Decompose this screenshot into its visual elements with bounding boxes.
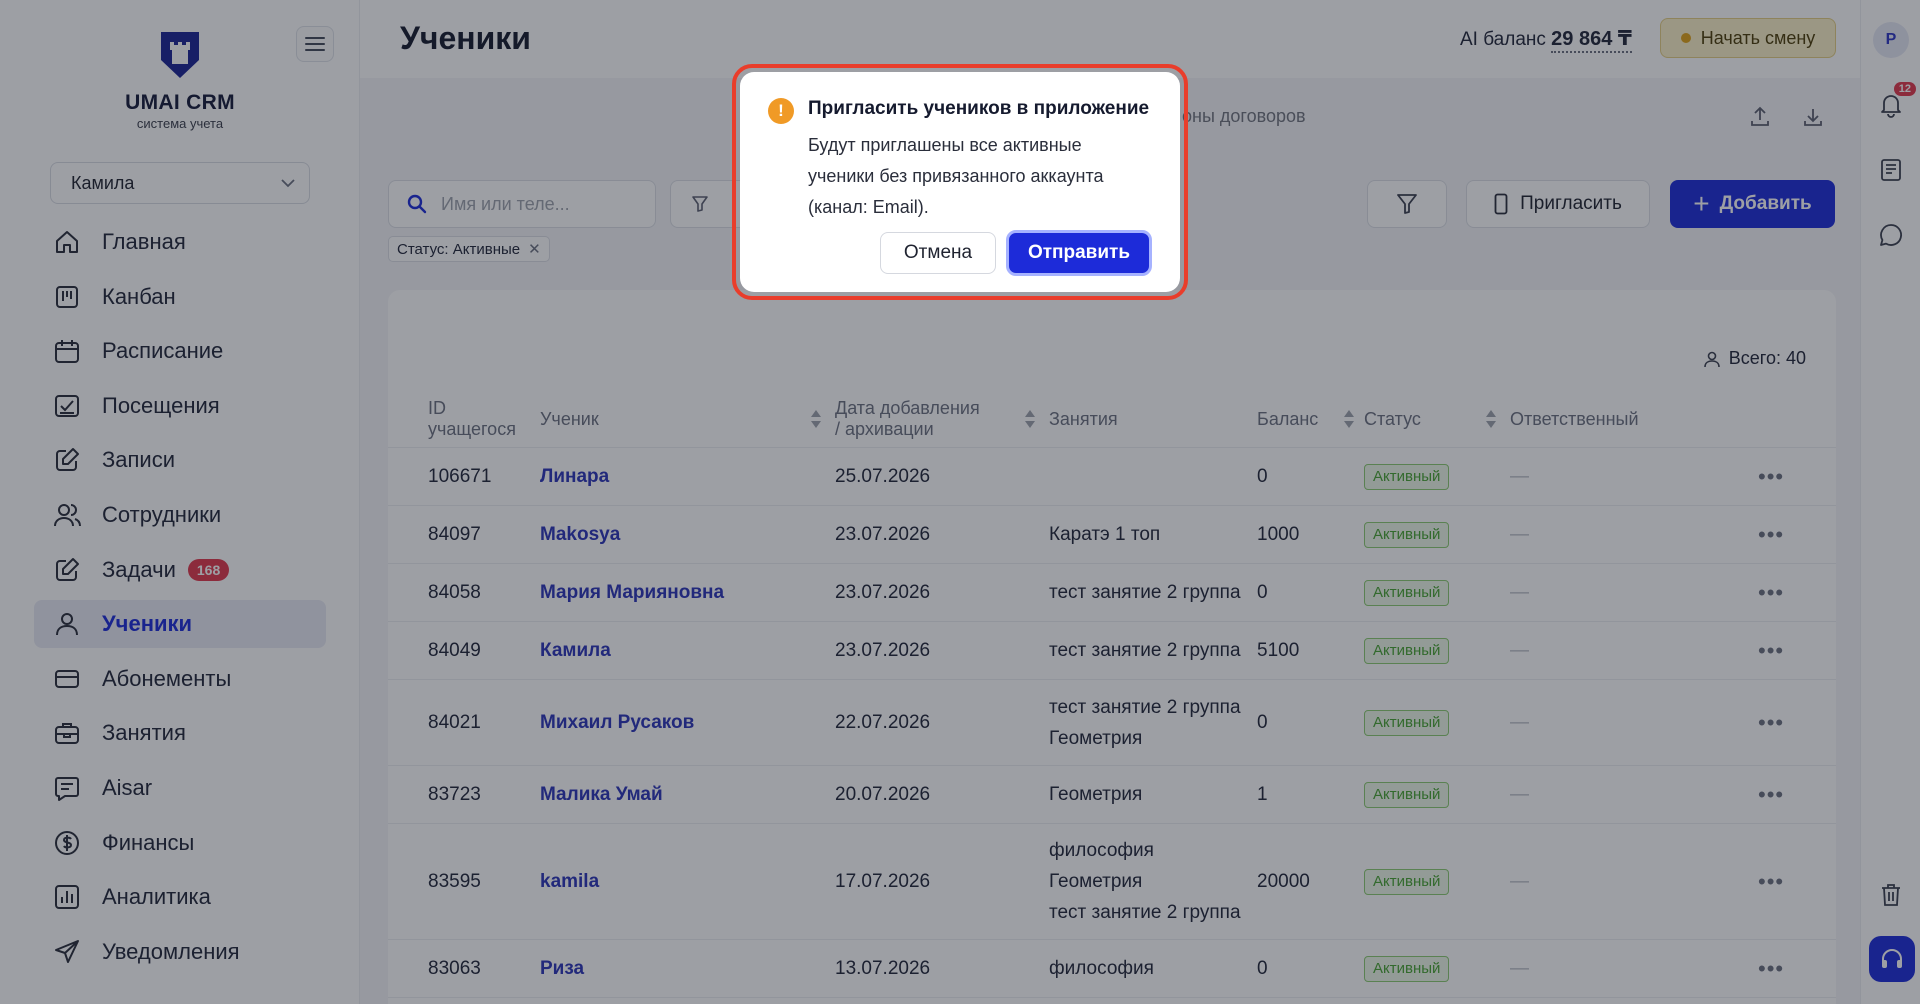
invite-dialog: ! Пригласить учеников в приложение Будут… (740, 72, 1180, 292)
dialog-title: Пригласить учеников в приложение (808, 98, 1150, 119)
dialog-message: Будут приглашены все активные ученики бе… (808, 135, 1104, 217)
warning-icon: ! (768, 98, 794, 124)
dialog-highlight-frame: ! Пригласить учеников в приложение Будут… (732, 64, 1188, 300)
cancel-button[interactable]: Отмена (880, 232, 996, 274)
send-button[interactable]: Отправить (1006, 230, 1152, 276)
